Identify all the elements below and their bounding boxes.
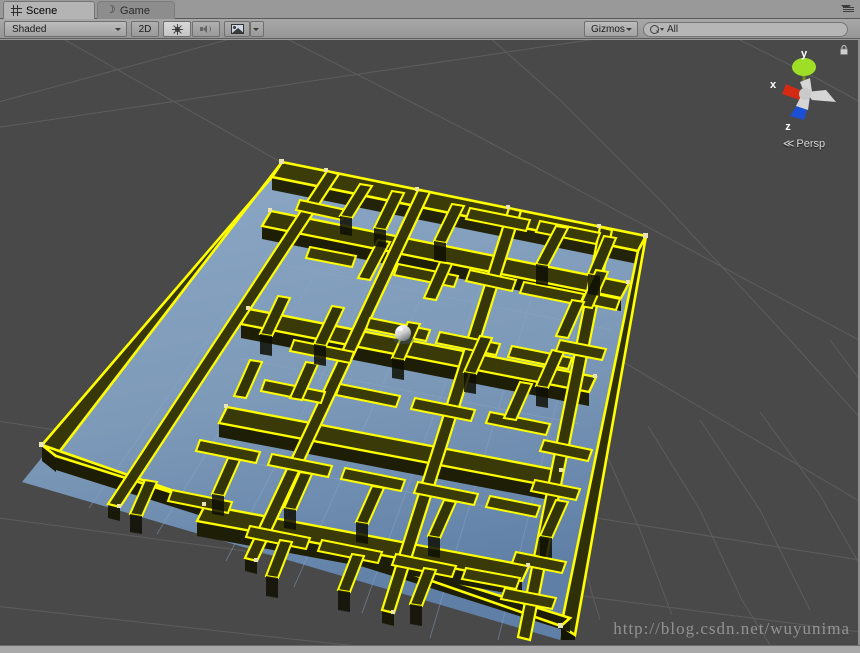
chevron-down-icon	[115, 28, 121, 31]
toggle-2d-button[interactable]: 2D	[131, 21, 159, 37]
toggle-audio-button[interactable]	[192, 21, 220, 37]
draw-mode-value: Shaded	[12, 23, 47, 35]
panel-options-icon[interactable]	[840, 3, 856, 16]
gamepad-icon: ☽	[105, 4, 116, 16]
chevron-down-icon	[626, 28, 632, 31]
search-placeholder: All	[667, 24, 679, 35]
chevron-down-icon[interactable]	[660, 28, 664, 31]
scene-toolbar: Shaded 2D Gizmos All	[0, 19, 860, 39]
grid-hash-icon	[11, 5, 22, 16]
tab-scene[interactable]: Scene	[3, 1, 95, 19]
toggle-lighting-button[interactable]	[163, 21, 191, 37]
tab-scene-label: Scene	[26, 4, 58, 17]
search-icon	[650, 25, 659, 34]
toggle-effects-button[interactable]	[224, 21, 250, 37]
scene-render: y x z ≪ Persp http://blog.csdn.net/wuyun…	[0, 40, 860, 645]
speaker-icon	[200, 24, 212, 34]
gizmos-label: Gizmos	[591, 23, 625, 35]
unity-scene-window: Scene ☽ Game Shaded 2D Gizmos All y x z …	[0, 0, 860, 653]
chevron-down-icon	[253, 28, 259, 31]
scene-3d-render	[0, 40, 860, 645]
sun-icon	[171, 23, 183, 35]
gizmos-dropdown[interactable]: Gizmos	[584, 21, 638, 37]
effects-dropdown-button[interactable]	[250, 21, 264, 37]
watermark-text: http://blog.csdn.net/wuyunima	[613, 619, 850, 638]
window-bottom-bar	[0, 645, 860, 653]
tab-game-label: Game	[120, 4, 150, 17]
scene-viewport[interactable]: y x z ≪ Persp http://blog.csdn.net/wuyun…	[0, 40, 860, 645]
scene-search-field[interactable]: All	[643, 22, 848, 37]
tab-game[interactable]: ☽ Game	[97, 1, 175, 19]
image-icon	[230, 24, 244, 34]
draw-mode-dropdown[interactable]: Shaded	[4, 21, 127, 37]
toggle-2d-label: 2D	[138, 23, 152, 35]
panel-tab-bar: Scene ☽ Game	[0, 0, 860, 19]
